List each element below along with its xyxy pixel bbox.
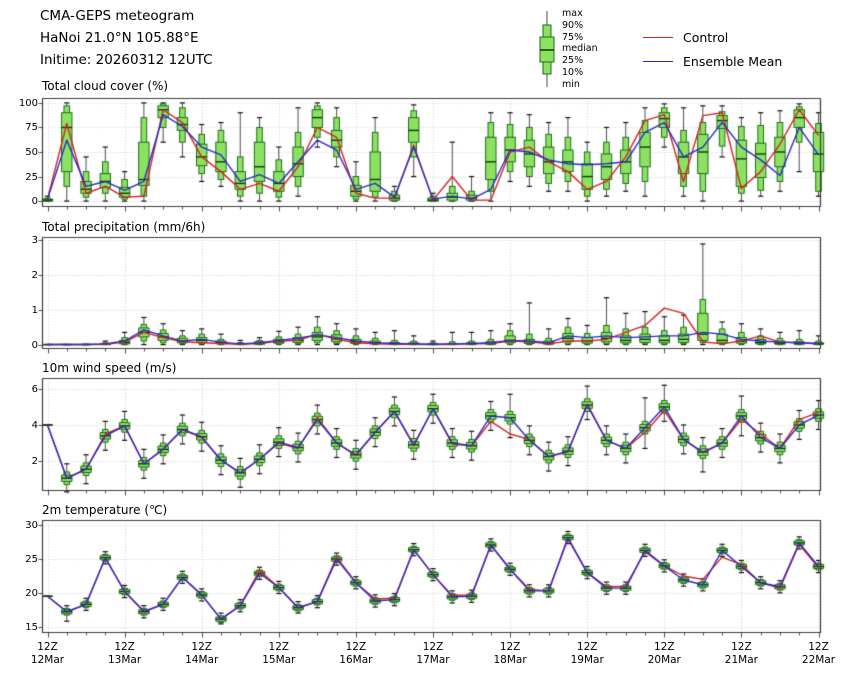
- y-tick-label: 1: [0, 305, 38, 317]
- x-tick-hour: 12Z: [711, 641, 771, 654]
- x-tick-date: 17Mar: [403, 654, 463, 667]
- legend-ensemble-mean: Ensemble Mean: [643, 53, 782, 69]
- ensemble-mean-label: Ensemble Mean: [683, 54, 782, 69]
- box-whisker-legend-icon: [534, 9, 560, 91]
- x-tick-hour: 12Z: [634, 641, 694, 654]
- x-tick-hour: 12Z: [403, 641, 463, 654]
- x-tick-hour: 12Z: [172, 641, 232, 654]
- legend-10-label: 10%: [562, 67, 598, 79]
- legend-25-label: 25%: [562, 55, 598, 67]
- y-tick-label: 0: [0, 340, 38, 352]
- legend-min-label: min: [562, 79, 598, 91]
- x-tick-date: 16Mar: [326, 654, 386, 667]
- y-tick-label: 4: [0, 420, 38, 432]
- x-tick-date: 19Mar: [557, 654, 617, 667]
- x-tick-label: 12Z14Mar: [172, 641, 232, 667]
- x-tick-date: 20Mar: [634, 654, 694, 667]
- x-tick-hour: 12Z: [789, 641, 841, 654]
- x-tick-label: 12Z20Mar: [634, 641, 694, 667]
- x-tick-hour: 12Z: [480, 641, 540, 654]
- panel-title-cloud: Total cloud cover (%): [42, 79, 168, 93]
- x-tick-label: 12Z13Mar: [95, 641, 155, 667]
- x-tick-hour: 12Z: [557, 641, 617, 654]
- y-tick-label: 20: [0, 588, 38, 600]
- meteogram-figure: CMA-GEPS meteogram HaNoi 21.0°N 105.88°E…: [0, 0, 841, 680]
- init-time: Initime: 20260312 12UTC: [40, 52, 213, 68]
- legend-max-label: max: [562, 8, 598, 20]
- panel-title-temp: 2m temperature (℃): [42, 503, 167, 517]
- x-tick-date: 15Mar: [249, 654, 309, 667]
- ensemble-mean-line-swatch: [643, 61, 673, 62]
- x-tick-hour: 12Z: [18, 641, 78, 654]
- station-coords: HaNoi 21.0°N 105.88°E: [40, 30, 199, 46]
- y-tick-label: 6: [0, 384, 38, 396]
- x-tick-date: 13Mar: [95, 654, 155, 667]
- legend-median-label: median: [562, 43, 598, 55]
- panel-title-precip: Total precipitation (mm/6h): [42, 220, 205, 234]
- y-tick-label: 25: [0, 172, 38, 184]
- legend-75-label: 75%: [562, 32, 598, 44]
- x-tick-date: 14Mar: [172, 654, 232, 667]
- x-tick-label: 12Z22Mar: [789, 641, 841, 667]
- x-tick-label: 12Z18Mar: [480, 641, 540, 667]
- control-line-swatch: [643, 37, 673, 38]
- x-tick-date: 12Mar: [18, 654, 78, 667]
- x-tick-label: 12Z21Mar: [711, 641, 771, 667]
- y-tick-label: 50: [0, 147, 38, 159]
- x-tick-hour: 12Z: [249, 641, 309, 654]
- x-tick-label: 12Z15Mar: [249, 641, 309, 667]
- x-tick-hour: 12Z: [95, 641, 155, 654]
- y-tick-label: 2: [0, 270, 38, 282]
- x-tick-hour: 12Z: [326, 641, 386, 654]
- y-tick-label: 2: [0, 456, 38, 468]
- x-tick-label: 12Z17Mar: [403, 641, 463, 667]
- box-legend-labels: max 90% 75% median 25% 10% min: [562, 8, 598, 91]
- x-tick-label: 12Z16Mar: [326, 641, 386, 667]
- y-tick-label: 15: [0, 622, 38, 634]
- control-label: Control: [683, 30, 728, 45]
- x-tick-label: 12Z12Mar: [18, 641, 78, 667]
- y-tick-label: 3: [0, 235, 38, 247]
- x-tick-date: 21Mar: [711, 654, 771, 667]
- y-tick-label: 100: [0, 98, 38, 110]
- y-tick-label: 75: [0, 122, 38, 134]
- panel-title-wind: 10m wind speed (m/s): [42, 361, 176, 375]
- y-tick-label: 25: [0, 554, 38, 566]
- x-tick-date: 22Mar: [789, 654, 841, 667]
- figure-title: CMA-GEPS meteogram: [40, 8, 194, 24]
- legend-90-label: 90%: [562, 20, 598, 32]
- meteogram-plot: [0, 0, 841, 680]
- legend-control: Control: [643, 29, 728, 45]
- y-tick-label: 0: [0, 196, 38, 208]
- x-tick-label: 12Z19Mar: [557, 641, 617, 667]
- x-tick-date: 18Mar: [480, 654, 540, 667]
- y-tick-label: 30: [0, 520, 38, 532]
